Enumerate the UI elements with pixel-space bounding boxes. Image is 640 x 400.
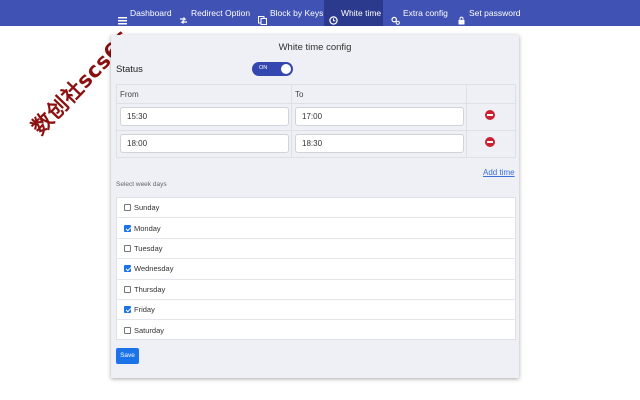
table-header-from-cell [116, 84, 292, 104]
wednesday-checkbox[interactable] [124, 265, 131, 273]
to-time-input[interactable]: 18:30 [295, 134, 464, 153]
day-label: Sunday [134, 203, 160, 213]
toggle-knob [281, 64, 291, 74]
remove-row-icon[interactable] [485, 137, 495, 147]
nav-item-extra-config[interactable]: Extra config [389, 0, 450, 26]
top-navbar: Dashboard Redirect Option Block by Keys … [0, 0, 640, 26]
redirect-icon [179, 9, 188, 24]
nav-label-white-time: White time [341, 8, 382, 18]
day-row-friday[interactable]: Friday [117, 300, 515, 321]
day-label: Monday [134, 223, 161, 233]
toggle-text: ON [259, 65, 268, 71]
clock-icon [329, 9, 338, 25]
to-header: To [295, 90, 304, 99]
day-label: Wednesday [134, 264, 174, 274]
nav-label-extra-config: Extra config [403, 8, 448, 18]
day-label: Tuesday [134, 243, 163, 253]
monday-checkbox[interactable] [124, 224, 131, 232]
nav-label-block-by-keys: Block by Keys [270, 8, 324, 18]
nav-label-redirect-option: Redirect Option [191, 8, 251, 18]
nav-item-redirect-option[interactable]: Redirect Option [177, 0, 252, 26]
day-row-tuesday[interactable]: Tuesday [117, 239, 515, 260]
day-row-thursday[interactable]: Thursday [117, 280, 515, 300]
to-time-input[interactable]: 17:00 [295, 107, 464, 126]
day-row-sunday[interactable]: Sunday [117, 198, 515, 219]
save-button[interactable]: Save [116, 348, 139, 364]
add-time-link[interactable]: Add time [483, 168, 515, 177]
friday-checkbox[interactable] [124, 306, 131, 314]
day-row-monday[interactable]: Monday [117, 218, 515, 239]
from-time-input[interactable]: 18:00 [120, 134, 289, 153]
from-time-input[interactable]: 15:30 [120, 107, 289, 126]
nav-label-set-password: Set password [469, 8, 521, 18]
status-toggle[interactable]: ON [252, 62, 293, 76]
white-time-config-card: White time config Status ON From To 15:3… [111, 35, 519, 378]
table-header-to-cell [291, 84, 467, 104]
time-range-table: From To 15:30 17:00 18:00 18:30 [116, 84, 516, 158]
tuesday-checkbox[interactable] [124, 244, 131, 252]
day-row-saturday[interactable]: Saturday [117, 320, 515, 340]
card-title: White time config [278, 42, 352, 53]
sunday-checkbox[interactable] [124, 204, 131, 212]
day-label: Saturday [134, 326, 165, 336]
from-header: From [120, 90, 139, 99]
weekday-list: Sunday Monday Tuesday Wednesday Thursday… [116, 197, 516, 340]
nav-item-block-by-keys[interactable]: Block by Keys [256, 0, 325, 26]
nav-item-set-password[interactable]: Set password [455, 0, 523, 26]
thursday-checkbox[interactable] [124, 285, 131, 293]
lock-icon [457, 9, 466, 24]
day-label: Friday [134, 305, 155, 315]
nav-item-white-time[interactable]: White time [324, 0, 383, 26]
day-row-wednesday[interactable]: Wednesday [117, 259, 515, 280]
status-label: Status [116, 64, 143, 75]
weekdays-label: Select week days [116, 181, 167, 188]
saturday-checkbox[interactable] [124, 327, 131, 335]
copy-icon [258, 9, 267, 25]
table-header-action-cell [466, 84, 516, 104]
gears-icon [391, 9, 400, 25]
remove-row-icon[interactable] [485, 110, 495, 120]
day-label: Thursday [134, 284, 166, 294]
